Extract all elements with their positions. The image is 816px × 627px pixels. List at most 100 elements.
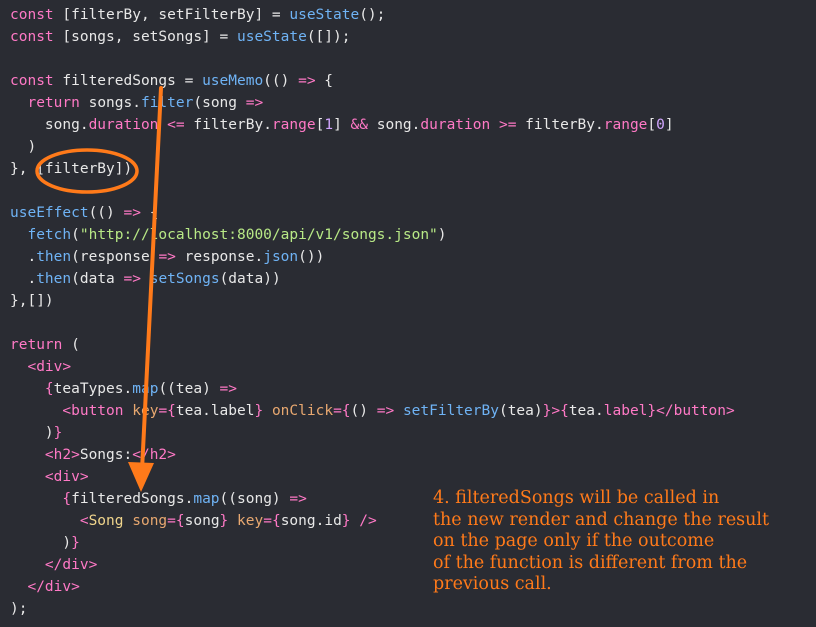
code-token: song.	[10, 117, 89, 133]
code-line: fetch("http://localhost:8000/api/v1/song…	[10, 224, 735, 246]
code-token: song.	[368, 117, 421, 133]
code-token: .	[10, 249, 37, 265]
code-token: =>	[158, 249, 176, 265]
code-line: <h2>Songs:</h2>	[10, 444, 735, 466]
code-token: tea.label	[175, 403, 255, 419]
code-token: ]	[664, 117, 674, 133]
code-token: Songs:	[79, 447, 133, 463]
code-token: filterBy.	[516, 117, 604, 133]
code-token: 0	[656, 117, 665, 133]
code-token: duration	[420, 117, 491, 133]
code-line: );	[10, 598, 735, 620]
code-token: (response	[71, 249, 159, 265]
code-line: <div>	[10, 466, 735, 488]
code-token: =	[263, 513, 272, 529]
code-token: filter	[140, 95, 194, 111]
code-token: =>	[123, 205, 141, 221]
code-token: {	[140, 205, 159, 221]
code-line: const [songs, setSongs] = useState([]);	[10, 26, 735, 48]
code-token: (()	[88, 205, 124, 221]
code-token: song	[132, 513, 168, 529]
code-token: =>	[219, 381, 238, 397]
code-token: (tea)	[498, 403, 543, 419]
code-token: />	[359, 513, 377, 529]
code-token: {	[44, 381, 54, 397]
code-line: return (	[10, 334, 735, 356]
code-token: <h2>	[44, 447, 80, 463]
code-token: fetch	[27, 227, 72, 243]
code-token: ([]);	[306, 29, 351, 45]
code-token: =>	[289, 491, 307, 507]
code-token: (	[62, 337, 80, 353]
code-token: {	[62, 491, 72, 507]
code-token: key	[237, 513, 264, 529]
code-token: filterBy.	[184, 117, 272, 133]
code-token: 1	[324, 117, 334, 133]
code-token: "http://localhost:8000/api/v1/songs.json…	[79, 227, 438, 243]
code-token: duration	[88, 117, 159, 133]
code-token: <div>	[27, 359, 72, 375]
code-token: filteredSongs =	[53, 73, 203, 89]
code-line: <button key={tea.label} onClick={() => s…	[10, 400, 734, 422]
code-token: map	[132, 381, 159, 397]
code-token: Song	[88, 513, 124, 529]
code-line: )}	[10, 422, 735, 444]
code-token: (song	[193, 95, 246, 111]
code-token: =	[167, 513, 176, 529]
code-token: ]	[333, 117, 351, 133]
code-token: ();	[359, 7, 386, 23]
annotation-note: 4. filteredSongs will be called in the n…	[433, 488, 770, 594]
code-token: const	[10, 29, 54, 45]
code-token: map	[193, 491, 220, 507]
code-token: const	[10, 73, 54, 89]
code-line: const [filterBy, setFilterBy] = useState…	[10, 4, 735, 26]
code-token: useMemo	[202, 73, 264, 89]
code-line: const filteredSongs = useMemo(() => {	[10, 70, 735, 92]
code-token: ((tea)	[158, 381, 220, 397]
code-token: ((song)	[219, 491, 290, 507]
code-token: song	[184, 513, 220, 529]
code-token: range	[603, 117, 648, 133]
code-line: }, [filterBy]);	[10, 158, 735, 180]
code-editor: const [filterBy, setFilterBy] = useState…	[0, 0, 816, 627]
code-token: }	[341, 513, 351, 529]
code-token: </div>	[44, 557, 98, 573]
code-token: <=	[167, 117, 185, 133]
code-token: &&	[350, 117, 368, 133]
code-line: useEffect(() => {	[10, 202, 735, 224]
code-token: }	[647, 403, 657, 419]
code-token: useEffect	[10, 205, 89, 221]
code-token: }	[219, 513, 229, 529]
code-token: onClick	[271, 403, 334, 419]
code-token: <button	[62, 403, 124, 419]
code-token: =>	[298, 73, 316, 89]
code-token: >	[551, 403, 561, 419]
code-token: teaTypes.	[53, 381, 133, 397]
code-token: filteredSongs.	[71, 491, 194, 507]
code-token: }	[254, 403, 264, 419]
code-token: (data))	[219, 271, 281, 287]
code-token: {	[167, 403, 176, 419]
code-token: </h2>	[132, 447, 176, 463]
code-token: setSongs	[149, 271, 220, 287]
code-token: =	[158, 403, 168, 419]
code-token: json	[263, 249, 299, 265]
